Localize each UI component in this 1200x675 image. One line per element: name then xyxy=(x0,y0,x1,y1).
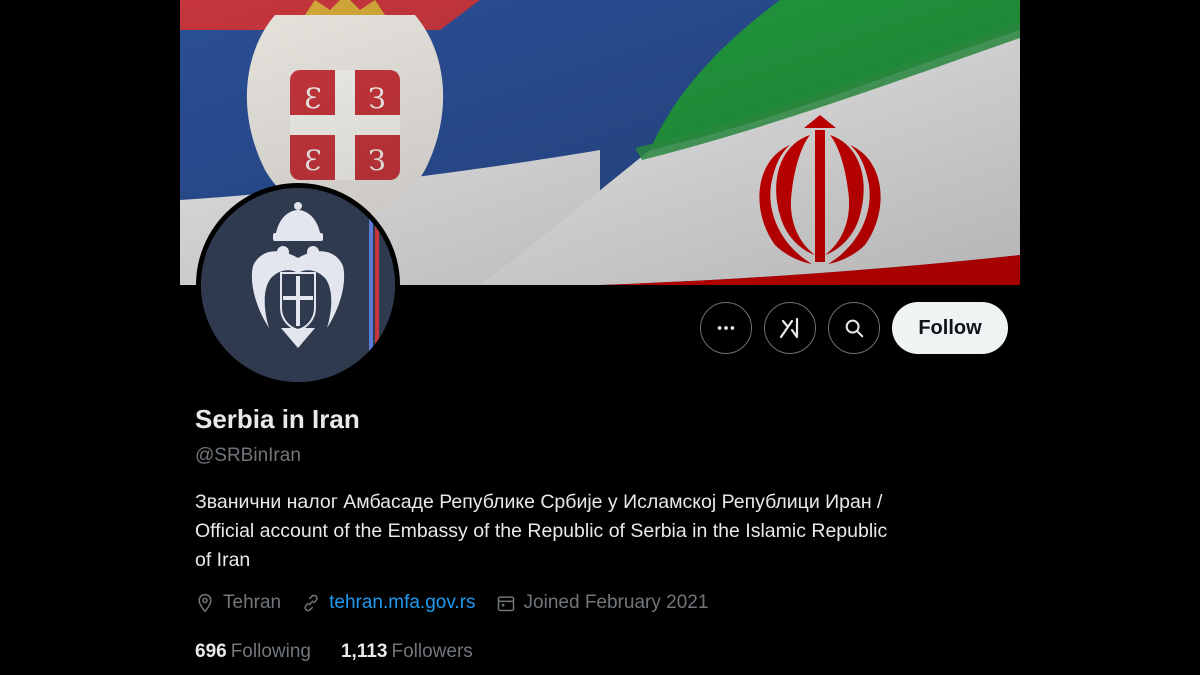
following-label: Following xyxy=(230,641,311,662)
follow-button[interactable]: Follow xyxy=(892,302,1008,354)
profile-handle: @SRBinIran xyxy=(195,445,301,466)
letterbox-right xyxy=(1020,0,1200,675)
more-button[interactable] xyxy=(700,302,752,354)
following-count: 696 xyxy=(195,641,227,662)
search-icon xyxy=(845,319,864,338)
profile-joined: Joined February 2021 xyxy=(496,592,709,614)
grok-button[interactable] xyxy=(764,302,816,354)
profile-website[interactable]: tehran.mfa.gov.rs xyxy=(301,592,476,614)
grok-icon xyxy=(779,317,799,339)
profile-page: Ɛ З Ɛ З xyxy=(180,0,1020,675)
profile-avatar[interactable] xyxy=(196,183,400,387)
bio-line: Званични налог Амбасаде Републике Србије… xyxy=(195,491,883,513)
profile-stats: 696 Following 1,113 Followers xyxy=(195,641,503,663)
bio-line: of Iran xyxy=(195,549,251,571)
link-icon xyxy=(304,594,318,612)
profile-meta: Tehran tehran.mfa.gov.rs Joined February… xyxy=(195,592,728,614)
calendar-icon xyxy=(497,596,514,612)
display-name: Serbia in Iran xyxy=(195,404,360,434)
followers-stat[interactable]: 1,113 Followers xyxy=(341,641,473,663)
following-stat[interactable]: 696 Following xyxy=(195,641,311,663)
search-button[interactable] xyxy=(828,302,880,354)
joined-text: Joined February 2021 xyxy=(523,592,709,613)
serbian-coat-of-arms-icon xyxy=(201,188,395,382)
bio-line: Official account of the Embassy of the R… xyxy=(195,520,888,542)
followers-count: 1,113 xyxy=(340,641,388,662)
profile-location: Tehran xyxy=(195,592,281,614)
letterbox-left xyxy=(0,0,180,675)
location-pin-icon xyxy=(198,593,212,613)
profile-bio: Званични налог Амбасаде Републике Србије… xyxy=(195,488,1010,575)
more-icon xyxy=(717,326,735,330)
website-link[interactable]: tehran.mfa.gov.rs xyxy=(329,592,475,614)
followers-label: Followers xyxy=(391,641,473,662)
location-text: Tehran xyxy=(223,592,282,613)
profile-actions: Follow xyxy=(700,302,1008,354)
